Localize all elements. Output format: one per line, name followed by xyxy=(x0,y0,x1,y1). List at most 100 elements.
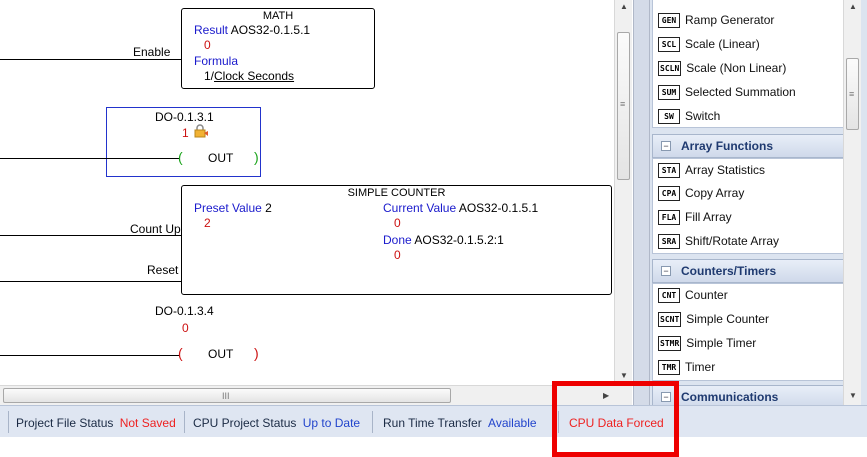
item-label: Scale (Non Linear) xyxy=(686,61,787,75)
editor-vertical-scrollbar[interactable]: ▲ ≡ ▼ xyxy=(614,0,632,384)
switch-icon: SW xyxy=(658,108,680,124)
editor-horizontal-scrollbar[interactable]: III ▶ xyxy=(0,385,632,405)
preset-current: 2 xyxy=(204,216,211,230)
panel-splitter[interactable] xyxy=(633,0,650,405)
status-separator xyxy=(184,411,185,433)
array-statistics-icon: STA xyxy=(658,162,680,178)
instruction-panel[interactable]: GEN Ramp Generator SCL Scale (Linear) SC… xyxy=(650,0,867,405)
do1-label: OUT xyxy=(208,151,234,165)
scroll-up-arrow-icon[interactable]: ▲ xyxy=(620,2,628,11)
preset-label: Preset Value xyxy=(194,201,262,215)
math-result-label: Result xyxy=(194,23,229,37)
item-label: Switch xyxy=(685,109,721,123)
math-result-row: Result AOS32-0.1.5.1 xyxy=(194,23,310,37)
math-formula-link[interactable]: Clock Seconds xyxy=(214,69,294,83)
cpu-project-status: CPU Project Status Up to Date xyxy=(193,416,360,430)
runtime-transfer-status: Run Time Transfer Available xyxy=(383,416,537,430)
group-header-array-functions[interactable]: − Array Functions xyxy=(652,134,844,158)
enable-label: Enable xyxy=(133,45,171,59)
group-title: Counters/Timers xyxy=(681,264,777,278)
summation-icon: SUM xyxy=(658,84,680,100)
list-item-fill-array[interactable]: FLA Fill Array xyxy=(658,206,838,228)
list-item-simple-counter[interactable]: SCNT Simple Counter xyxy=(658,308,838,330)
item-label: Timer xyxy=(685,360,716,374)
vscroll-grip-icon: ≡ xyxy=(620,99,626,109)
do1-open: ( xyxy=(178,149,183,165)
reset-wire xyxy=(0,281,181,282)
group-header-counters-timers[interactable]: − Counters/Timers xyxy=(652,259,844,283)
math-result-address: AOS32-0.1.5.1 xyxy=(230,23,311,37)
math-title: MATH xyxy=(262,10,294,22)
cpu-project-label: CPU Project Status xyxy=(193,416,297,430)
highlight-annotation-box xyxy=(552,381,679,457)
ramp-generator-icon: GEN xyxy=(658,12,680,28)
item-label: Array Statistics xyxy=(685,163,766,177)
group-header-communications[interactable]: − Communications xyxy=(652,385,844,405)
panel-vertical-scrollbar[interactable]: ▲ ≡ ▼ xyxy=(843,0,861,405)
runtime-label: Run Time Transfer xyxy=(383,416,482,430)
item-label: Copy Array xyxy=(685,186,745,200)
list-item-selected-summation[interactable]: SUM Selected Summation xyxy=(658,81,838,103)
preset-value: 2 xyxy=(265,201,272,215)
simple-counter-icon: SCNT xyxy=(658,311,682,327)
done-address: AOS32-0.1.5.2:1 xyxy=(414,233,504,247)
editor-hscroll-thumb[interactable]: III xyxy=(3,388,451,403)
hscroll-grip-icon: III xyxy=(222,391,230,401)
project-file-status: Project File Status Not Saved xyxy=(16,416,176,430)
math-result-value: 0 xyxy=(204,38,211,52)
status-separator xyxy=(8,411,9,433)
list-item-shift-rotate-array[interactable]: SRA Shift/Rotate Array xyxy=(658,230,838,252)
status-bar: Project File Status Not Saved CPU Projec… xyxy=(0,405,867,437)
group-title: Array Functions xyxy=(681,139,774,153)
math-block[interactable]: MATH Result AOS32-0.1.5.1 0 Formula 1/Cl… xyxy=(181,8,375,89)
simple-timer-icon: STMR xyxy=(658,335,682,351)
item-label: Ramp Generator xyxy=(685,13,775,27)
panel-vscroll-thumb[interactable]: ≡ xyxy=(846,58,859,130)
do1-address: DO-0.1.3.1 xyxy=(155,110,214,124)
panel-scroll-up-arrow-icon[interactable]: ▲ xyxy=(849,2,857,11)
list-item-switch[interactable]: SW Switch xyxy=(658,105,838,127)
simple-counter-block[interactable]: SIMPLE COUNTER Preset Value 2 2 Current … xyxy=(181,185,612,295)
editor-vscroll-thumb[interactable]: ≡ xyxy=(617,32,630,180)
list-item-scale-nonlinear[interactable]: SCLN Scale (Non Linear) xyxy=(658,57,838,79)
ladder-editor[interactable]: Enable MATH Result AOS32-0.1.5.1 0 Formu… xyxy=(0,0,632,405)
math-formula[interactable]: 1/Clock Seconds xyxy=(204,69,294,83)
force-lock-icon xyxy=(193,124,209,138)
cpu-project-value: Up to Date xyxy=(302,416,361,430)
list-item-scale-linear[interactable]: SCL Scale (Linear) xyxy=(658,33,838,55)
item-label: Counter xyxy=(685,288,728,302)
do4-open: ( xyxy=(178,345,183,361)
done-value: 0 xyxy=(394,248,401,262)
list-item-counter[interactable]: CNT Counter xyxy=(658,284,838,306)
collapse-icon[interactable]: − xyxy=(661,266,671,276)
done-label: Done xyxy=(383,233,412,247)
group-title: Communications xyxy=(681,390,779,404)
do4-close: ) xyxy=(254,345,259,361)
do4-value: 0 xyxy=(182,321,189,335)
do1-close: ) xyxy=(254,149,259,165)
do4-address: DO-0.1.3.4 xyxy=(155,304,214,318)
list-item-array-statistics[interactable]: STA Array Statistics xyxy=(658,159,838,181)
item-label: Simple Counter xyxy=(686,312,769,326)
item-label: Shift/Rotate Array xyxy=(685,234,780,248)
collapse-icon[interactable]: − xyxy=(661,141,671,151)
status-separator xyxy=(372,411,373,433)
panel-grip-icon: ≡ xyxy=(849,89,855,99)
do4-wire xyxy=(0,355,180,356)
scale-nonlinear-icon: SCLN xyxy=(658,60,682,76)
enable-wire xyxy=(0,59,181,60)
list-item-ramp-generator[interactable]: GEN Ramp Generator xyxy=(658,9,838,31)
reset-label: Reset xyxy=(147,263,179,277)
item-label: Scale (Linear) xyxy=(685,37,760,51)
panel-scroll-down-arrow-icon[interactable]: ▼ xyxy=(849,391,857,400)
do1-value: 1 xyxy=(182,126,189,140)
item-label: Simple Timer xyxy=(686,336,757,350)
list-item-simple-timer[interactable]: STMR Simple Timer xyxy=(658,332,838,354)
list-item-copy-array[interactable]: CPA Copy Array xyxy=(658,182,838,204)
timer-icon: TMR xyxy=(658,359,680,375)
fill-array-icon: FLA xyxy=(658,209,680,225)
runtime-value: Available xyxy=(488,416,537,430)
list-item-timer[interactable]: TMR Timer xyxy=(658,356,838,378)
scroll-down-arrow-icon[interactable]: ▼ xyxy=(620,371,628,380)
current-address: AOS32-0.1.5.1 xyxy=(458,201,539,215)
